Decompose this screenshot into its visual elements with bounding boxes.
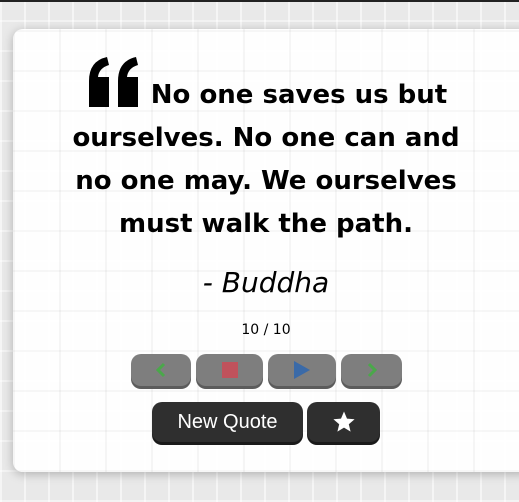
next-button[interactable] [341,354,402,386]
quote-author: - Buddha [202,266,330,299]
play-button[interactable] [268,354,336,386]
quote-block: No one saves us but ourselves. No one ca… [0,55,519,246]
quote-mark-icon [88,57,138,107]
favorite-button[interactable] [307,402,380,442]
play-icon [294,361,310,379]
stop-button[interactable] [196,354,263,386]
chevron-right-icon [367,362,377,378]
top-border [0,0,519,2]
quote-text-container: No one saves us but ourselves. No one ca… [56,55,476,246]
quote-counter: 10 / 10 [241,322,291,338]
new-quote-button[interactable]: New Quote [152,402,303,442]
stop-icon [221,362,238,378]
chevron-left-icon [155,362,166,378]
previous-button[interactable] [131,354,191,386]
star-icon [332,411,355,432]
